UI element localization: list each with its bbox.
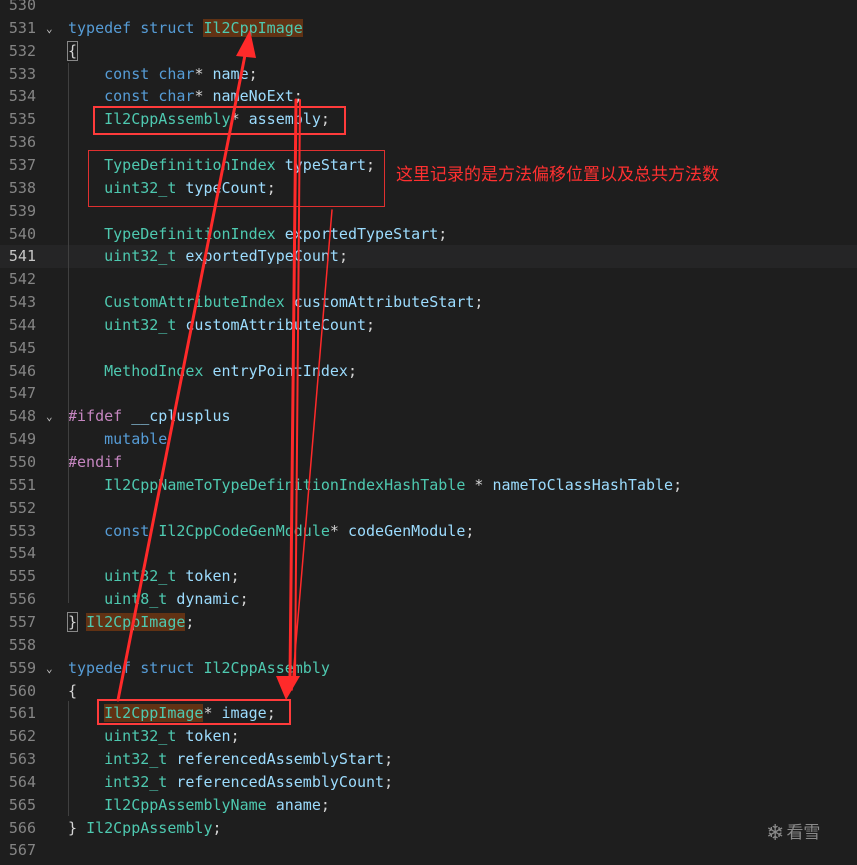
arrow-to-il2cppimage-line	[116, 48, 248, 702]
arrow-to-image-field-head	[276, 676, 300, 700]
snowflake-icon: ❄	[766, 820, 785, 846]
watermark-text: 看雪	[786, 823, 821, 843]
code-editor[interactable]: 530 531 ⌄ typedef struct Il2CppImage 532{533…	[0, 0, 857, 865]
watermark: ❄ 看雪	[766, 818, 820, 846]
arrow-to-il2cppimage-head	[236, 30, 256, 58]
annotation-arrows	[116, 30, 333, 702]
